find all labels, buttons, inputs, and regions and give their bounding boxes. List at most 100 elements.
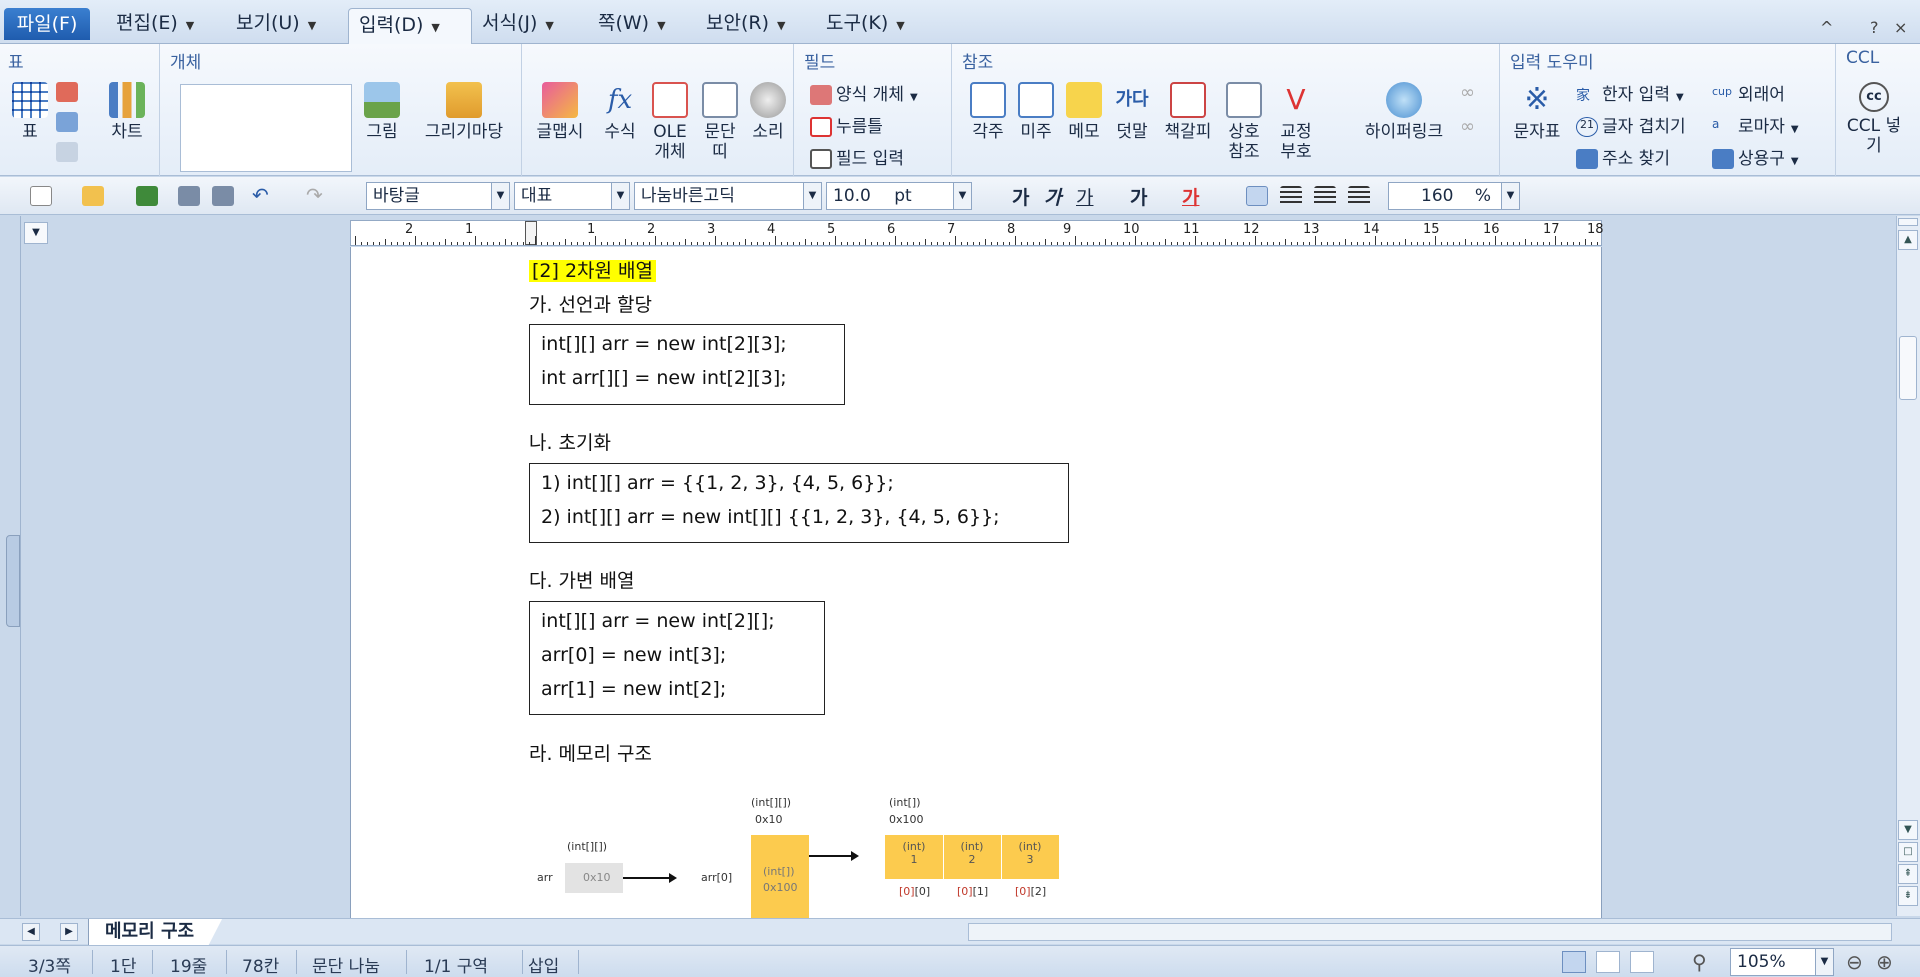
- bookmark-button[interactable]: 책갈피: [1160, 82, 1216, 142]
- chevron-down-icon[interactable]: ▼: [491, 183, 509, 209]
- footnote-button[interactable]: 각주: [968, 82, 1008, 142]
- zoom-out-icon[interactable]: ⊖: [1846, 950, 1863, 974]
- ccl-insert-button[interactable]: cc CCL 넣기: [1846, 82, 1902, 156]
- phrases-button[interactable]: 상용구 ▼: [1712, 144, 1799, 169]
- vertical-scrollbar[interactable]: ▲ ▼ □ ⇞ ⇟: [1896, 216, 1920, 916]
- style-combo[interactable]: 바탕글 ▼: [366, 182, 510, 210]
- equation-button[interactable]: fx 수식: [600, 82, 640, 142]
- menu-page[interactable]: 쪽(W) ▼: [598, 7, 666, 39]
- unlink-icon[interactable]: ∞: [1460, 116, 1475, 137]
- sound-button[interactable]: 소리: [746, 82, 790, 142]
- address-search-button[interactable]: 주소 찾기: [1576, 144, 1670, 169]
- menu-tools[interactable]: 도구(K) ▼: [826, 7, 905, 39]
- close-button[interactable]: ×: [1894, 18, 1907, 37]
- hyperlink-button[interactable]: 하이퍼링크: [1354, 82, 1454, 142]
- side-panel-toggle[interactable]: [6, 535, 20, 627]
- underline-button[interactable]: 가: [1076, 183, 1093, 210]
- romanize-button[interactable]: a 로마자 ▼: [1712, 112, 1799, 137]
- zoom-icon[interactable]: ⚲: [1692, 950, 1707, 974]
- tab-prev-icon[interactable]: ◀: [22, 923, 40, 941]
- menu-file[interactable]: 파일(F): [4, 8, 90, 40]
- bold-button[interactable]: 가: [1012, 183, 1029, 210]
- menu-edit[interactable]: 편집(E) ▼: [116, 7, 194, 39]
- prev-page-button[interactable]: ⇞: [1898, 864, 1918, 884]
- split-handle[interactable]: [1898, 218, 1918, 226]
- scroll-down-button[interactable]: ▼: [1898, 820, 1918, 840]
- table-cell-icon[interactable]: [56, 142, 78, 162]
- help-button[interactable]: ?: [1870, 18, 1879, 37]
- new-document-icon[interactable]: [30, 186, 52, 206]
- horizontal-ruler[interactable]: 2 1 1 2 3 4 5 6 7 8 9 10 11 12 13 14 15 …: [350, 220, 1604, 246]
- link-icon[interactable]: ∞: [1460, 82, 1475, 103]
- tab-memory-structure[interactable]: 메모리 구조: [88, 919, 223, 945]
- drawing-button[interactable]: 그리기마당: [414, 82, 514, 142]
- align-justify-icon[interactable]: [1246, 186, 1268, 206]
- glmap-button[interactable]: 글맵시: [534, 82, 586, 142]
- ribbon-collapse-button[interactable]: ^: [1820, 18, 1833, 37]
- line-spacing-combo[interactable]: 160 % ▼: [1388, 182, 1520, 210]
- menu-view[interactable]: 보기(U) ▼: [236, 7, 316, 39]
- tab-next-icon[interactable]: ▶: [60, 923, 78, 941]
- next-page-button[interactable]: ⇟: [1898, 886, 1918, 906]
- horizontal-scrollbar[interactable]: [968, 923, 1892, 941]
- memo-button[interactable]: 메모: [1064, 82, 1104, 142]
- save-icon[interactable]: [136, 186, 158, 206]
- zoom-in-icon[interactable]: ⊕: [1876, 950, 1893, 974]
- chevron-down-icon[interactable]: ▼: [1501, 183, 1519, 209]
- font-type-combo[interactable]: 대표 ▼: [514, 182, 630, 210]
- table-edit-icon[interactable]: [56, 82, 78, 102]
- font-combo[interactable]: 나눔바른고딕 ▼: [634, 182, 822, 210]
- click-here-button[interactable]: 누름틀: [810, 112, 883, 137]
- view-outline-icon[interactable]: [1630, 951, 1654, 973]
- view-menu-button[interactable]: ▼: [24, 222, 48, 244]
- proof-button[interactable]: V 교정 부호: [1272, 82, 1320, 162]
- form-object-button[interactable]: 양식 개체 ▼: [810, 80, 918, 105]
- table-erase-icon[interactable]: [56, 112, 78, 132]
- align-center-icon[interactable]: [1314, 186, 1336, 206]
- print-icon[interactable]: [178, 186, 200, 206]
- ruler-tick: [1315, 236, 1316, 245]
- align-right-icon[interactable]: [1348, 186, 1370, 206]
- menu-format[interactable]: 서식(J) ▼: [482, 7, 554, 39]
- zoom-combo[interactable]: 105% ▼: [1730, 948, 1834, 976]
- undo-icon[interactable]: ↶: [252, 185, 274, 206]
- group-title: 개체: [170, 53, 202, 73]
- paragraph-band-button[interactable]: 문단 띠: [698, 82, 742, 162]
- page-view-button[interactable]: □: [1898, 842, 1918, 862]
- font-size-combo[interactable]: 10.0 pt ▼: [826, 182, 972, 210]
- scroll-up-button[interactable]: ▲: [1898, 230, 1918, 250]
- redo-icon[interactable]: ↷: [306, 185, 328, 206]
- picture-button[interactable]: 그림: [360, 82, 404, 142]
- endnote-button[interactable]: 미주: [1016, 82, 1056, 142]
- menu-input[interactable]: 입력(D) ▼: [348, 8, 472, 45]
- chevron-down-icon[interactable]: ▼: [803, 183, 821, 209]
- chevron-down-icon[interactable]: ▼: [611, 183, 629, 209]
- italic-button[interactable]: 가: [1044, 183, 1061, 210]
- chart-button[interactable]: 차트: [104, 82, 150, 142]
- scroll-thumb[interactable]: [1899, 336, 1917, 400]
- char-overlap-button[interactable]: 21 글자 겹치기: [1576, 112, 1686, 137]
- menu-security[interactable]: 보안(R) ▼: [706, 7, 785, 39]
- table-button[interactable]: 표: [10, 82, 50, 142]
- group-table: 표 표 차트: [0, 44, 160, 176]
- ruler-number: 9: [1063, 222, 1072, 237]
- cross-ref-button[interactable]: 상호 참조: [1224, 82, 1264, 162]
- field-input-button[interactable]: 필드 입력: [810, 144, 904, 169]
- foreign-word-button[interactable]: cup 외래어: [1712, 80, 1785, 105]
- view-layout-icon[interactable]: [1596, 951, 1620, 973]
- ruby-button[interactable]: 가다 덧말: [1112, 82, 1152, 142]
- shape-gallery[interactable]: [180, 84, 352, 172]
- document-page[interactable]: [2] 2차원 배열 가. 선언과 할당 int[][] arr = new i…: [350, 247, 1602, 920]
- chevron-down-icon[interactable]: ▼: [1815, 949, 1833, 975]
- align-left-icon[interactable]: [1280, 186, 1302, 206]
- status-mode[interactable]: 삽입: [528, 952, 559, 977]
- ole-button[interactable]: OLE 개체: [648, 82, 692, 162]
- hanja-input-button[interactable]: 家 한자 입력 ▼: [1576, 80, 1684, 105]
- strikethrough-button[interactable]: 가: [1130, 183, 1147, 210]
- font-color-button[interactable]: 가: [1182, 183, 1199, 210]
- print-preview-icon[interactable]: [212, 186, 234, 206]
- charmap-button[interactable]: ※ 문자표: [1510, 82, 1564, 142]
- view-normal-icon[interactable]: [1562, 951, 1586, 973]
- open-folder-icon[interactable]: [82, 186, 104, 206]
- chevron-down-icon[interactable]: ▼: [953, 183, 971, 209]
